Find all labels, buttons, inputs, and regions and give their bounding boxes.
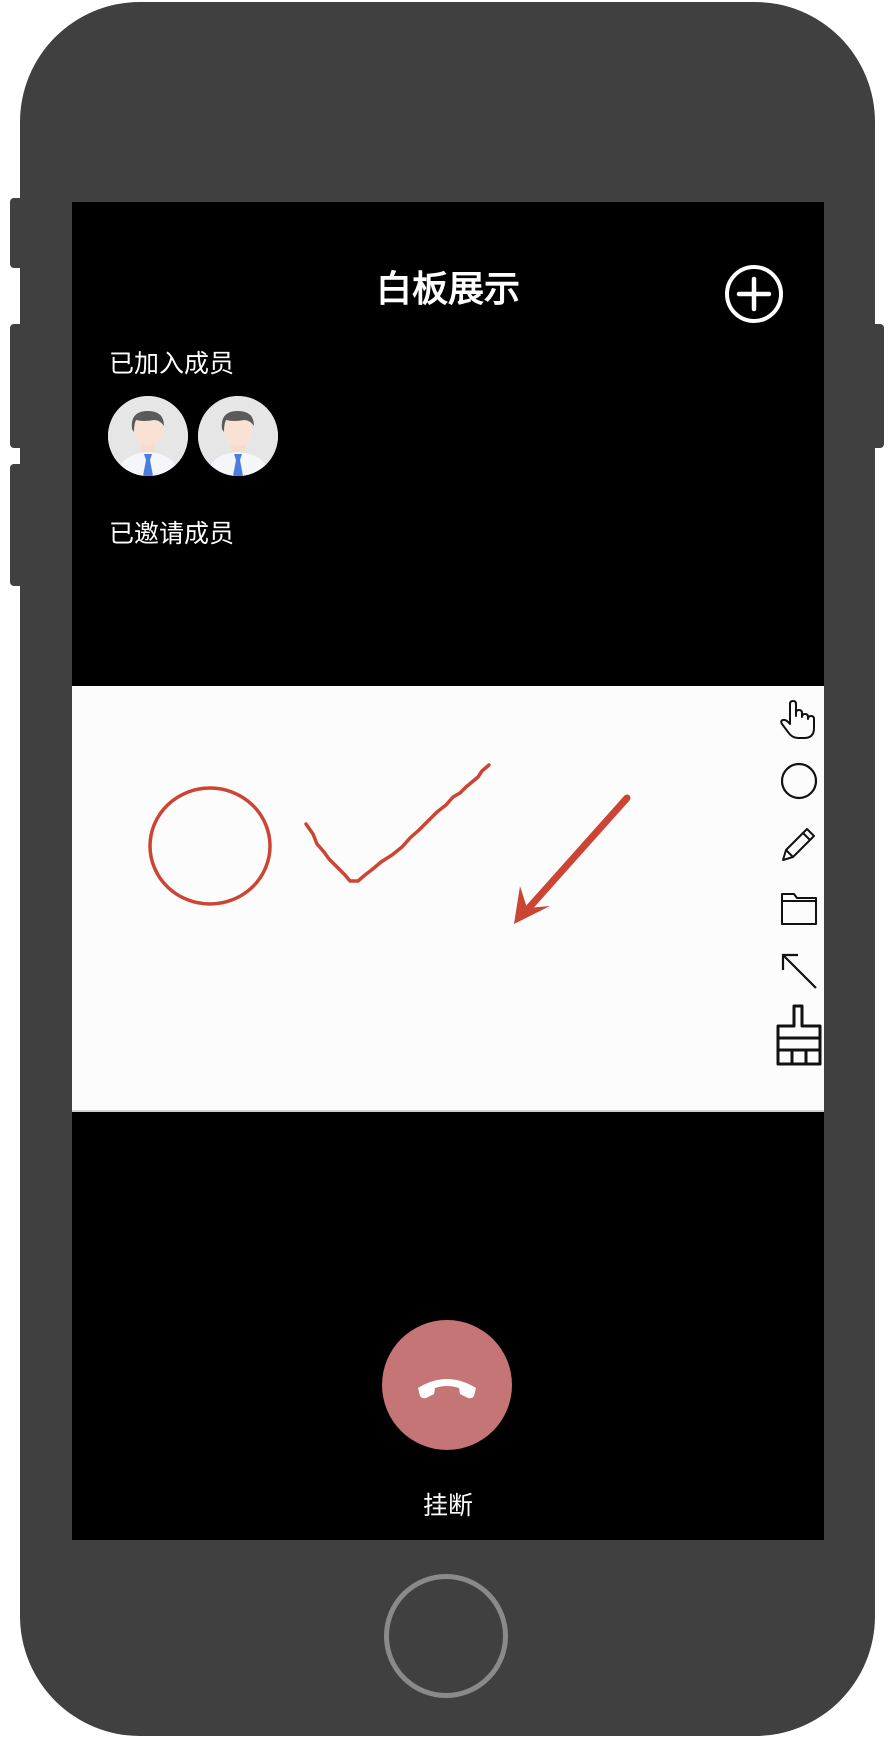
hangup-label: 挂断: [422, 1491, 473, 1520]
drawn-arrow-shaft: [523, 794, 631, 914]
hangup-button[interactable]: [382, 1320, 512, 1450]
hand-icon: [780, 700, 815, 739]
plus-circle-icon: [725, 265, 783, 323]
user-avatar-icon: [108, 396, 188, 476]
folder-tool-button[interactable]: [776, 884, 822, 930]
invited-members-label: 已邀请成员: [109, 519, 235, 548]
clear-tool-button[interactable]: [776, 1004, 822, 1066]
brush-icon: [776, 1004, 822, 1066]
hand-tool-button[interactable]: [776, 696, 822, 742]
whiteboard-canvas[interactable]: [72, 686, 824, 1112]
pencil-icon: [782, 828, 815, 861]
drawn-circle: [148, 786, 272, 906]
home-button[interactable]: [384, 1574, 508, 1698]
whiteboard-toolbar: [772, 686, 824, 1110]
page-title: 白板展示: [375, 269, 520, 310]
screen: 白板展示 已加入成员 已邀请成员 挂断: [72, 202, 824, 1540]
add-member-button[interactable]: [724, 264, 784, 324]
folder-icon: [781, 893, 817, 925]
circle-tool-button[interactable]: [776, 758, 822, 804]
whiteboard-drawing: [148, 763, 631, 924]
pencil-tool-button[interactable]: [776, 820, 822, 866]
avatar[interactable]: [108, 396, 188, 476]
joined-members-label: 已加入成员: [109, 349, 235, 378]
circle-icon: [780, 762, 818, 800]
arrow-tool-button[interactable]: [776, 948, 822, 994]
arrow-icon: [781, 953, 817, 989]
phone-hangup-icon: [418, 1379, 476, 1399]
drawn-checkmark: [304, 763, 491, 883]
avatar[interactable]: [198, 396, 278, 476]
user-avatar-icon: [198, 396, 278, 476]
